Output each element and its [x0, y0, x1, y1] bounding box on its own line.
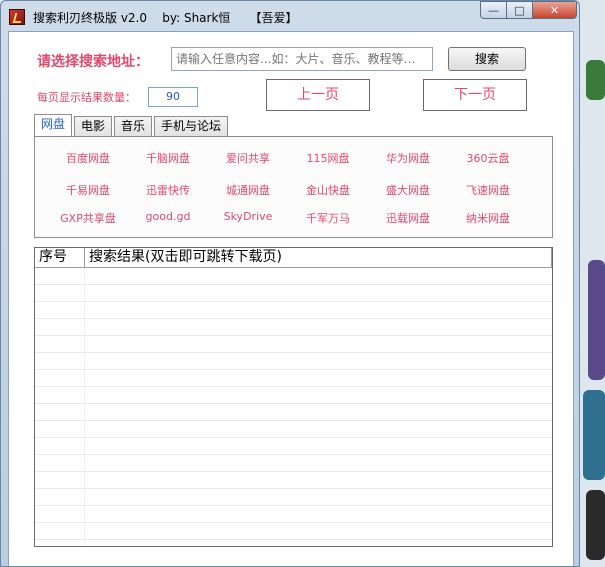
- tab-music[interactable]: 音乐: [114, 116, 153, 136]
- site-link[interactable]: 百度网盘: [66, 150, 110, 166]
- site-link[interactable]: 千脑网盘: [146, 150, 190, 166]
- column-header-index[interactable]: 序号: [35, 248, 85, 267]
- site-link[interactable]: GXP共享盘: [60, 210, 116, 226]
- per-page-input[interactable]: 90: [148, 87, 198, 107]
- prev-page-button[interactable]: 上一页: [266, 79, 370, 111]
- title-bar[interactable]: 搜索利刃终极版 v2.0 by: Shark恒 【吾爱】 — □ ✕: [1, 1, 579, 31]
- site-link[interactable]: 115网盘: [307, 150, 350, 166]
- site-link[interactable]: 千军万马: [306, 210, 350, 226]
- maximize-button[interactable]: □: [507, 1, 533, 19]
- site-link[interactable]: 纳米网盘: [466, 210, 510, 226]
- site-link[interactable]: 城通网盘: [226, 182, 270, 198]
- category-tabs: 网盘 电影 音乐 手机与论坛: [34, 114, 230, 136]
- window-title: 搜索利刃终极版 v2.0 by: Shark恒 【吾爱】: [33, 11, 298, 25]
- site-link[interactable]: 千易网盘: [66, 182, 110, 198]
- site-link[interactable]: 360云盘: [467, 150, 510, 166]
- search-input[interactable]: [171, 47, 433, 71]
- client-area: 请选择搜索地址： 搜索 每页显示结果数量： 90 上一页 下一页 网盘 电影 音…: [8, 31, 574, 566]
- results-header: 序号 搜索结果(双击即可跳转下载页): [35, 248, 552, 268]
- results-body[interactable]: [35, 268, 552, 546]
- site-link[interactable]: 迅雷快传: [146, 182, 190, 198]
- site-link[interactable]: 金山快盘: [306, 182, 350, 198]
- site-link[interactable]: 盛大网盘: [386, 182, 430, 198]
- next-page-button[interactable]: 下一页: [423, 79, 527, 111]
- site-link[interactable]: 迅载网盘: [386, 210, 430, 226]
- tab-mobile-forum[interactable]: 手机与论坛: [154, 116, 229, 136]
- column-header-result[interactable]: 搜索结果(双击即可跳转下载页): [85, 248, 552, 267]
- site-link[interactable]: 飞速网盘: [466, 182, 510, 198]
- per-page-label: 每页显示结果数量：: [37, 91, 136, 104]
- results-list[interactable]: 序号 搜索结果(双击即可跳转下载页): [34, 247, 553, 547]
- site-link[interactable]: 华为网盘: [386, 150, 430, 166]
- minimize-button[interactable]: —: [480, 1, 507, 19]
- close-button[interactable]: ✕: [533, 1, 577, 19]
- site-link[interactable]: SkyDrive: [224, 210, 273, 223]
- app-icon: [9, 9, 25, 25]
- site-links-panel: 百度网盘 千脑网盘 爱问共享 115网盘 华为网盘 360云盘 千易网盘 迅雷快…: [34, 136, 553, 238]
- app-window: 搜索利刃终极版 v2.0 by: Shark恒 【吾爱】 — □ ✕ 请选择搜索…: [0, 0, 580, 567]
- search-address-label: 请选择搜索地址：: [37, 54, 149, 70]
- search-button[interactable]: 搜索: [448, 47, 526, 71]
- site-link[interactable]: 爱问共享: [226, 150, 270, 166]
- tab-movies[interactable]: 电影: [74, 116, 113, 136]
- tab-netdisk[interactable]: 网盘: [34, 114, 73, 136]
- site-link[interactable]: good.gd: [146, 210, 191, 223]
